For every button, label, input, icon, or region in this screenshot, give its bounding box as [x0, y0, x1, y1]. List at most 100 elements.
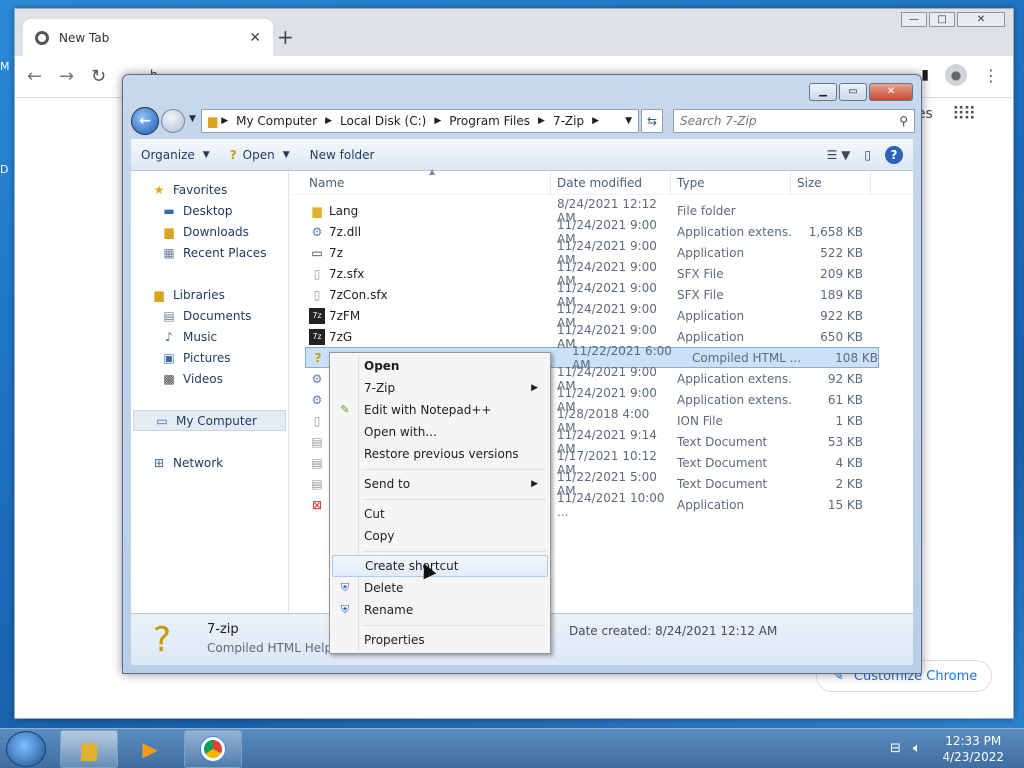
column-type[interactable]: Type: [671, 171, 791, 194]
open-button[interactable]: ? Open ▼: [220, 148, 300, 162]
media-player-icon: ▶: [142, 737, 158, 761]
nav-network[interactable]: ⊞ Network: [131, 452, 288, 473]
chrome-minimize-button[interactable]: —: [901, 12, 927, 27]
taskbar-explorer-icon[interactable]: ▆: [60, 730, 118, 768]
nav-favorites[interactable]: ★ Favorites: [131, 179, 288, 200]
organize-button[interactable]: Organize ▼: [131, 148, 220, 162]
explorer-back-button[interactable]: ←: [131, 107, 159, 135]
nav-pictures[interactable]: ▣ Pictures: [131, 347, 288, 368]
menu-item-open[interactable]: Open: [332, 355, 548, 377]
file-size: 108 KB: [835, 350, 878, 365]
explorer-forward-button[interactable]: [161, 109, 185, 133]
address-bar[interactable]: ▆ ▶ My Computer ▶ Local Disk (C:) ▶ Prog…: [201, 109, 639, 133]
nav-documents[interactable]: ▤ Documents: [131, 305, 288, 326]
menu-delete-label: Delete: [364, 581, 404, 595]
search-icon[interactable]: ⚲: [899, 114, 908, 128]
details-file-type: Compiled HTML Help f: [207, 641, 341, 655]
menu-separator: [332, 465, 548, 473]
taskbar-chrome-icon[interactable]: [184, 730, 242, 768]
text-file-icon: ▤: [311, 476, 323, 491]
address-dropdown-icon[interactable]: ▼: [625, 116, 632, 126]
view-options-icon[interactable]: ☰ ▼: [827, 148, 851, 162]
new-folder-button[interactable]: New folder: [300, 148, 385, 162]
menu-item-7zip[interactable]: 7-Zip ▶: [332, 377, 548, 399]
nav-desktop-label: Desktop: [183, 203, 233, 218]
menu-item-edit-notepad[interactable]: ✎ Edit with Notepad++: [332, 399, 548, 421]
chrome-logo-icon: [201, 737, 225, 761]
breadcrumb-local-disk[interactable]: Local Disk (C:): [340, 114, 426, 128]
chrome-close-button[interactable]: ✕: [957, 12, 1005, 27]
file-name-cell: ▆ Lang: [291, 203, 551, 219]
file-name: 7z.dll: [329, 224, 362, 239]
file-type: Application: [677, 245, 745, 260]
breadcrumb-separator-icon[interactable]: ▶: [221, 116, 228, 126]
column-name[interactable]: Name: [291, 171, 551, 194]
menu-notepad-label: Edit with Notepad++: [364, 403, 492, 417]
file-name: 7z.sfx: [329, 266, 365, 281]
menu-item-copy[interactable]: Copy: [332, 525, 548, 547]
breadcrumb-separator-icon[interactable]: ▶: [325, 116, 332, 126]
side-panel-icon[interactable]: ▮: [921, 67, 929, 83]
breadcrumb-program-files[interactable]: Program Files: [449, 114, 530, 128]
explorer-minimize-button[interactable]: ▁: [809, 83, 837, 101]
start-button-windows-icon[interactable]: [6, 731, 46, 767]
tab-close-icon[interactable]: ✕: [249, 30, 261, 46]
explorer-close-button[interactable]: ✕: [869, 83, 913, 101]
menu-item-restore-versions[interactable]: Restore previous versions: [332, 443, 548, 465]
explorer-window-controls: ▁ ▭ ✕: [807, 83, 913, 101]
network-tray-icon[interactable]: ⊟: [890, 741, 901, 756]
nav-gap: [131, 389, 288, 410]
menu-item-rename[interactable]: ⛨ Rename: [332, 599, 548, 621]
reload-icon[interactable]: ↻: [91, 66, 106, 87]
nav-libraries[interactable]: ▆ Libraries: [131, 284, 288, 305]
menu-item-create-shortcut[interactable]: Create shortcut: [332, 555, 548, 577]
volume-icon[interactable]: 🔈︎: [913, 741, 921, 756]
column-size[interactable]: Size: [791, 171, 871, 194]
breadcrumb-7zip[interactable]: 7-Zip: [553, 114, 584, 128]
breadcrumb-my-computer[interactable]: My Computer: [236, 114, 317, 128]
file-name-cell: 7z 7zG: [291, 328, 551, 345]
command-bar: Organize ▼ ? Open ▼ New folder ☰ ▼ ▯ ?: [131, 139, 913, 171]
chrome-maximize-button[interactable]: □: [929, 12, 955, 27]
chrome-tab-new-tab[interactable]: New Tab ✕: [23, 19, 273, 56]
forward-arrow-icon[interactable]: →: [59, 66, 74, 87]
chrome-menu-icon[interactable]: ⋮: [983, 66, 999, 85]
nav-my-computer-label: My Computer: [176, 413, 257, 428]
new-folder-label: New folder: [309, 147, 375, 162]
nav-downloads-label: Downloads: [183, 224, 249, 239]
refresh-icon[interactable]: ⇆: [641, 109, 663, 133]
tab-title: New Tab: [59, 30, 110, 45]
taskbar-media-player-icon[interactable]: ▶: [121, 730, 179, 768]
menu-item-open-with[interactable]: Open with...: [332, 421, 548, 443]
menu-item-properties[interactable]: Properties: [332, 629, 548, 651]
search-input[interactable]: [680, 114, 900, 128]
breadcrumb-separator-icon[interactable]: ▶: [434, 116, 441, 126]
nav-downloads[interactable]: ▆ Downloads: [131, 221, 288, 242]
nav-favorites-label: Favorites: [173, 182, 228, 197]
profile-avatar-icon[interactable]: ●: [945, 64, 967, 86]
nav-music[interactable]: ♪ Music: [131, 326, 288, 347]
menu-cut-label: Cut: [364, 507, 385, 521]
submenu-arrow-icon: ▶: [531, 479, 538, 489]
menu-item-cut[interactable]: Cut: [332, 503, 548, 525]
breadcrumb-separator-icon[interactable]: ▶: [538, 116, 545, 126]
nav-desktop[interactable]: ▬ Desktop: [131, 200, 288, 221]
nav-videos[interactable]: ▩ Videos: [131, 368, 288, 389]
column-date-modified[interactable]: Date modified: [551, 171, 671, 194]
nav-recent-places[interactable]: ▦ Recent Places: [131, 242, 288, 263]
file-name: 7zCon.sfx: [329, 287, 388, 302]
apps-grid-icon[interactable]: ⠿⠿: [952, 104, 976, 125]
recent-pages-dropdown-icon[interactable]: ▼: [189, 114, 196, 124]
nav-my-computer[interactable]: ▭ My Computer: [133, 410, 286, 431]
explorer-maximize-button[interactable]: ▭: [839, 83, 867, 101]
search-box[interactable]: ⚲: [673, 109, 915, 133]
back-arrow-icon[interactable]: ←: [27, 66, 42, 87]
menu-item-delete[interactable]: ⛨ Delete: [332, 577, 548, 599]
menu-item-send-to[interactable]: Send to ▶: [332, 473, 548, 495]
file-type: SFX File: [677, 266, 724, 281]
preview-pane-icon[interactable]: ▯: [864, 148, 871, 162]
new-tab-button[interactable]: +: [277, 25, 294, 49]
help-icon[interactable]: ?: [885, 145, 903, 164]
tray-clock[interactable]: 12:33 PM 4/23/2022: [942, 733, 1004, 765]
breadcrumb-separator-icon[interactable]: ▶: [592, 116, 599, 126]
